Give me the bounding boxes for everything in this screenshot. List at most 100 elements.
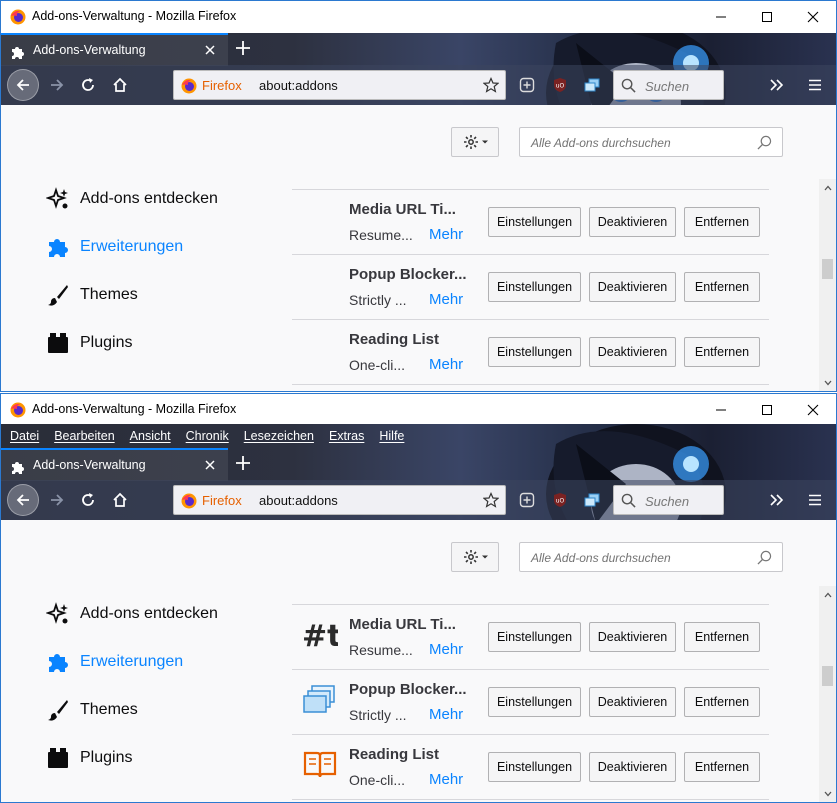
menu-bearbeiten[interactable]: Bearbeiten — [45, 429, 120, 443]
vertical-scrollbar[interactable] — [819, 179, 836, 391]
tools-gear-button[interactable] — [451, 127, 499, 157]
settings-button[interactable]: Einstellungen — [488, 687, 581, 717]
more-link[interactable]: Mehr — [429, 706, 463, 723]
search-bar[interactable]: Suchen — [613, 485, 724, 515]
settings-button[interactable]: Einstellungen — [488, 207, 581, 237]
hamburger-menu-icon[interactable] — [807, 492, 823, 508]
container-plus-icon[interactable] — [519, 77, 535, 93]
more-link[interactable]: Mehr — [429, 291, 463, 308]
disable-button[interactable]: Deaktivieren — [589, 272, 676, 302]
tools-gear-button[interactable] — [451, 542, 499, 572]
home-button[interactable] — [104, 484, 136, 516]
container-plus-icon[interactable] — [519, 492, 535, 508]
scroll-down-arrow[interactable] — [819, 374, 836, 391]
menu-chronik[interactable]: Chronik — [177, 429, 235, 443]
url-text[interactable]: about:addons — [259, 493, 338, 508]
url-bar[interactable]: Firefox about:addons — [173, 70, 506, 100]
category-extensions[interactable]: Erweiterungen — [46, 648, 183, 676]
remove-button[interactable]: Entfernen — [684, 337, 760, 367]
vertical-scrollbar[interactable] — [819, 586, 836, 802]
disable-button[interactable]: Deaktivieren — [589, 687, 676, 717]
menu-hilfe[interactable]: Hilfe — [370, 429, 410, 443]
hamburger-menu-icon[interactable] — [807, 77, 823, 93]
ublock-icon[interactable]: uO — [552, 77, 568, 93]
forward-button[interactable] — [41, 69, 73, 101]
menu-datei[interactable]: Datei — [1, 429, 45, 443]
forward-button[interactable] — [41, 484, 73, 516]
maximize-button[interactable] — [744, 1, 790, 33]
scroll-thumb[interactable] — [822, 666, 833, 686]
category-themes[interactable]: Themes — [46, 696, 138, 724]
addon-search-input[interactable]: Alle Add-ons durchsuchen — [519, 127, 783, 157]
remove-button[interactable]: Entfernen — [684, 207, 760, 237]
home-button[interactable] — [104, 69, 136, 101]
minimize-button[interactable] — [698, 394, 744, 426]
addon-row-reading-list[interactable]: Reading List One-cli... Mehr Einstellung… — [292, 734, 769, 799]
tab-close-icon[interactable] — [203, 43, 217, 57]
more-link[interactable]: Mehr — [429, 771, 463, 788]
settings-button[interactable]: Einstellungen — [488, 337, 581, 367]
tab-addons-manager[interactable]: Add-ons-Verwaltung — [1, 448, 228, 481]
tab-close-icon[interactable] — [203, 458, 217, 472]
addon-row-popup-blocker[interactable]: Popup Blocker... Strictly ... Mehr Einst… — [292, 254, 769, 319]
addon-row-reading-list[interactable]: Reading List One-cli... Mehr Einstellung… — [292, 319, 769, 384]
category-extensions[interactable]: Erweiterungen — [46, 233, 183, 261]
menu-ansicht[interactable]: Ansicht — [121, 429, 177, 443]
scroll-up-arrow[interactable] — [819, 179, 836, 196]
remove-button[interactable]: Entfernen — [684, 687, 760, 717]
bookmark-star-icon[interactable] — [483, 77, 499, 93]
close-window-button[interactable] — [790, 1, 836, 33]
remove-button[interactable]: Entfernen — [684, 752, 760, 782]
url-bar[interactable]: Firefox about:addons — [173, 485, 506, 515]
menu-lesezeichen[interactable]: Lesezeichen — [235, 429, 320, 443]
more-link[interactable]: Mehr — [429, 641, 463, 658]
menu-extras[interactable]: Extras — [320, 429, 370, 443]
back-button[interactable] — [7, 69, 39, 101]
category-plugins[interactable]: Plugins — [46, 329, 132, 357]
popup-blocker-icon[interactable] — [584, 77, 600, 93]
maximize-button[interactable] — [744, 394, 790, 426]
addon-row-popup-blocker[interactable]: Popup Blocker... Strictly ... Mehr Einst… — [292, 669, 769, 734]
settings-button[interactable]: Einstellungen — [488, 272, 581, 302]
back-button[interactable] — [7, 484, 39, 516]
new-tab-icon[interactable] — [235, 455, 251, 471]
minimize-button[interactable] — [698, 1, 744, 33]
disable-button[interactable]: Deaktivieren — [589, 207, 676, 237]
disable-button[interactable]: Deaktivieren — [589, 752, 676, 782]
addon-search-input[interactable]: Alle Add-ons durchsuchen — [519, 542, 783, 572]
title-bar[interactable]: Add-ons-Verwaltung - Mozilla Firefox — [1, 394, 836, 426]
theme-header: Add-ons-Verwaltung Firefox about:addons … — [1, 33, 836, 105]
popup-blocker-icon[interactable] — [584, 492, 600, 508]
remove-button[interactable]: Entfernen — [684, 272, 760, 302]
remove-button[interactable]: Entfernen — [684, 622, 760, 652]
title-bar[interactable]: Add-ons-Verwaltung - Mozilla Firefox — [1, 1, 836, 33]
new-tab-icon[interactable] — [235, 40, 251, 56]
bookmark-star-icon[interactable] — [483, 492, 499, 508]
chevron-down-icon — [481, 555, 488, 559]
category-discover[interactable]: Add-ons entdecken — [46, 185, 218, 213]
disable-button[interactable]: Deaktivieren — [589, 622, 676, 652]
settings-button[interactable]: Einstellungen — [488, 752, 581, 782]
settings-button[interactable]: Einstellungen — [488, 622, 581, 652]
disable-button[interactable]: Deaktivieren — [589, 337, 676, 367]
search-bar[interactable]: Suchen — [613, 70, 724, 100]
addon-row-media-url[interactable]: Media URL Ti... Resume... Mehr Einstellu… — [292, 189, 769, 254]
reload-button[interactable] — [72, 69, 104, 101]
category-discover[interactable]: Add-ons entdecken — [46, 600, 218, 628]
overflow-chevrons-icon[interactable] — [769, 77, 785, 93]
scroll-down-arrow[interactable] — [819, 785, 836, 802]
tab-addons-manager[interactable]: Add-ons-Verwaltung — [1, 33, 228, 66]
ublock-icon[interactable]: uO — [552, 492, 568, 508]
category-plugins[interactable]: Plugins — [46, 744, 132, 772]
category-label: Themes — [80, 701, 138, 718]
close-window-button[interactable] — [790, 394, 836, 426]
reload-button[interactable] — [72, 484, 104, 516]
scroll-up-arrow[interactable] — [819, 586, 836, 603]
addon-row-media-url[interactable]: #t Media URL Ti... Resume... Mehr Einste… — [292, 604, 769, 669]
scroll-thumb[interactable] — [822, 259, 833, 279]
more-link[interactable]: Mehr — [429, 226, 463, 243]
more-link[interactable]: Mehr — [429, 356, 463, 373]
overflow-chevrons-icon[interactable] — [769, 492, 785, 508]
url-text[interactable]: about:addons — [259, 78, 338, 93]
category-themes[interactable]: Themes — [46, 281, 138, 309]
